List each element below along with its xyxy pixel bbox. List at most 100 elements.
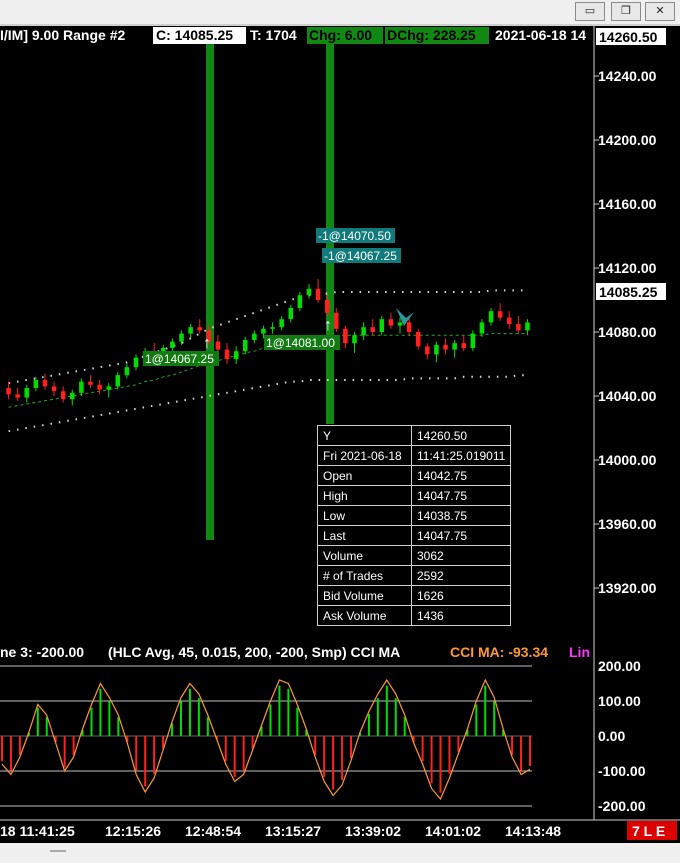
price-tick-label: 14080.00: [598, 324, 657, 340]
candle[interactable]: [97, 384, 102, 390]
tooltip-value: 11:41:25.019011: [410, 445, 512, 466]
time-axis-label: 12:48:54: [185, 823, 241, 839]
price-tick-label: 13920.00: [598, 580, 657, 596]
candle[interactable]: [60, 391, 66, 400]
price-tick-label: 14040.00: [598, 388, 657, 404]
cci-line3-label: ne 3: -200.00: [0, 644, 84, 660]
candle[interactable]: [6, 388, 11, 395]
candle[interactable]: [233, 351, 239, 360]
status-bar: [0, 843, 680, 863]
tooltip-label: Last: [317, 525, 412, 546]
candle[interactable]: [388, 319, 394, 326]
tooltip-value: 14047.75: [410, 485, 512, 506]
candle[interactable]: [24, 388, 30, 398]
tooltip-value: 14047.75: [410, 525, 512, 546]
price-tick-label: 13960.00: [598, 516, 657, 532]
candle[interactable]: [461, 343, 466, 348]
candle[interactable]: [306, 288, 312, 296]
candle[interactable]: [324, 300, 330, 313]
daily-change-value: DChg: 228.25: [387, 27, 476, 43]
candle[interactable]: [115, 375, 121, 387]
candle[interactable]: [42, 380, 48, 387]
candle[interactable]: [88, 381, 93, 385]
last-price-label: 14085.25: [599, 284, 658, 300]
status-badge: 7 L E: [632, 823, 665, 839]
tooltip-row: Ask Volume 1436: [317, 605, 512, 626]
candle[interactable]: [488, 311, 494, 323]
tooltip-value: 3062: [410, 545, 512, 566]
candle[interactable]: [525, 322, 530, 331]
cci-ma-line: [1, 678, 531, 801]
tooltip-row: Volume 3062: [317, 545, 512, 566]
candle[interactable]: [406, 322, 412, 332]
tooltip-label: Bid Volume: [317, 585, 412, 606]
price-chart[interactable]: 14240.00 14200.00 14160.00 14120.00 14080.00…: [0, 0, 680, 843]
sell-marker-1[interactable]: -1@14070.50: [318, 229, 391, 243]
candle[interactable]: [288, 308, 294, 320]
tooltip-label: # of Trades: [317, 565, 412, 586]
candle[interactable]: [315, 288, 321, 300]
candle[interactable]: [188, 327, 193, 334]
candle[interactable]: [279, 319, 284, 328]
price-tick-label: 14160.00: [598, 196, 657, 212]
candle[interactable]: [15, 394, 20, 398]
candle[interactable]: [425, 346, 430, 355]
candle[interactable]: [343, 328, 348, 344]
candle[interactable]: [361, 327, 366, 336]
candle[interactable]: [443, 344, 448, 350]
candle[interactable]: [197, 327, 202, 331]
tooltip-value: 2592: [410, 565, 512, 586]
candle[interactable]: [252, 333, 257, 340]
sell-marker-2[interactable]: -1@14067.25: [324, 249, 397, 263]
candle[interactable]: [452, 343, 457, 350]
candle[interactable]: [479, 322, 485, 334]
candle[interactable]: [334, 312, 339, 329]
tooltip-value: 14038.75: [410, 505, 512, 526]
candle[interactable]: [79, 381, 84, 393]
candle[interactable]: [516, 324, 521, 331]
candle[interactable]: [224, 349, 230, 360]
candle[interactable]: [242, 340, 248, 352]
candle[interactable]: [261, 328, 266, 334]
tooltip-value: 1626: [410, 585, 512, 606]
candle[interactable]: [352, 335, 357, 344]
candle[interactable]: [506, 317, 512, 324]
candle[interactable]: [133, 357, 139, 368]
buy-arrow-1-icon: ↑: [203, 335, 211, 352]
candle[interactable]: [415, 332, 421, 347]
candle[interactable]: [397, 322, 403, 326]
cci-tick-label: -100.00: [598, 763, 646, 779]
buy-arrow-2-icon: ↑: [324, 317, 332, 334]
chart-title: I/IM] 9.00 Range #2: [0, 27, 125, 43]
candle[interactable]: [370, 327, 375, 332]
cci-params-label: (HLC Avg, 45, 0.015, 200, -200, Smp) CCI…: [108, 644, 400, 660]
candle[interactable]: [33, 380, 39, 388]
price-tick-label: 14200.00: [598, 132, 657, 148]
highlight-bar: [206, 44, 214, 540]
candle[interactable]: [297, 295, 303, 308]
scroll-handle[interactable]: [50, 850, 66, 852]
time-axis-label: 13:15:27: [265, 823, 321, 839]
tooltip-row: Bid Volume 1626: [317, 585, 512, 606]
candle[interactable]: [70, 392, 75, 400]
tooltip-row: Y 14260.50: [317, 425, 512, 446]
candle[interactable]: [379, 319, 385, 332]
candle[interactable]: [170, 341, 175, 348]
candle[interactable]: [179, 333, 184, 342]
cci-tick-label: 0.00: [598, 728, 625, 744]
candle[interactable]: [470, 333, 476, 348]
candle[interactable]: [270, 327, 275, 329]
header-date: 2021-06-18 14: [495, 27, 586, 43]
candle[interactable]: [434, 344, 439, 355]
tooltip-row: Low 14038.75: [317, 505, 512, 526]
candle[interactable]: [51, 386, 57, 392]
candle[interactable]: [497, 311, 503, 318]
candle[interactable]: [215, 341, 221, 350]
buy-marker-1[interactable]: 1@14067.25: [145, 352, 214, 366]
candle[interactable]: [106, 386, 111, 390]
candle[interactable]: [124, 367, 130, 376]
tooltip-label: Y: [317, 425, 412, 446]
tooltip-label: Ask Volume: [317, 605, 412, 626]
buy-marker-2[interactable]: 1@14081.00: [266, 336, 335, 350]
cci-lin-label: Lin: [569, 644, 590, 660]
